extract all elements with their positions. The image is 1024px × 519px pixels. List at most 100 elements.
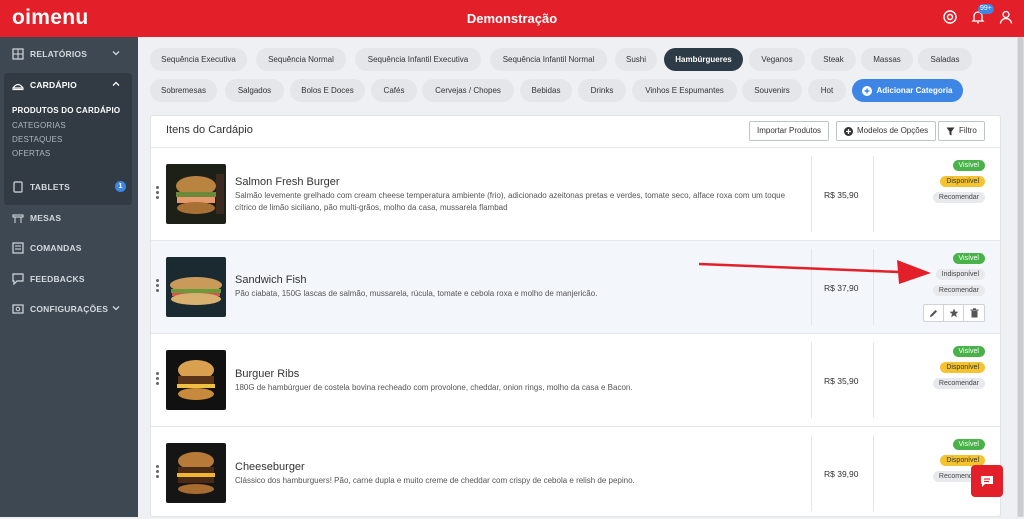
sidebar-item-tablets[interactable]: TABLETS 1 xyxy=(0,174,138,200)
category-pill-active[interactable]: Hambúrgueres xyxy=(664,48,743,71)
sidebar-item-label: RELATÓRIOS xyxy=(30,49,88,59)
category-pill[interactable]: Sushi xyxy=(615,48,657,71)
tablets-badge: 1 xyxy=(115,181,126,192)
category-pill[interactable]: Souvenirs xyxy=(742,79,802,102)
scrollbar[interactable] xyxy=(1017,37,1024,517)
star-icon[interactable] xyxy=(944,305,964,321)
menu-book-icon xyxy=(12,83,24,91)
category-pill[interactable]: Sequência Executiva xyxy=(150,48,247,71)
category-pill[interactable]: Hot xyxy=(808,79,846,102)
menu-item-row[interactable]: Cheeseburger Clássico dos hamburguers! P… xyxy=(151,426,1000,519)
category-pill[interactable]: Bolos E Doces xyxy=(290,79,365,102)
divider xyxy=(873,342,874,418)
item-description: 180G de hambúrguer de costela bovina rec… xyxy=(235,383,633,392)
import-products-button[interactable]: Importar Produtos xyxy=(749,121,830,141)
sidebar-item-feedbacks[interactable]: FEEDBACKS xyxy=(0,266,138,292)
sidebar-item-cardapio[interactable]: CARDÁPIO xyxy=(0,72,138,98)
category-pill[interactable]: Steak xyxy=(811,48,856,71)
menu-item-row[interactable]: Salmon Fresh Burger Salmão levemente gre… xyxy=(151,147,1000,240)
annotation-arrow xyxy=(698,260,931,284)
availability-badge[interactable]: Disponível xyxy=(940,362,985,373)
order-icon xyxy=(12,242,24,254)
trash-icon[interactable] xyxy=(964,305,984,321)
submenu-ofertas[interactable]: OFERTAS xyxy=(12,149,50,158)
feedback-icon xyxy=(12,273,24,285)
user-icon[interactable] xyxy=(998,9,1014,25)
menu-items-panel: Itens do Cardápio Importar Produtos Mode… xyxy=(150,115,1001,517)
sidebar-item-label: TABLETS xyxy=(30,182,70,192)
submenu-produtos[interactable]: PRODUTOS DO CARDÁPIO xyxy=(12,106,120,115)
support-icon[interactable] xyxy=(942,9,958,25)
item-price: R$ 35,90 xyxy=(824,190,859,200)
panel-title: Itens do Cardápio xyxy=(166,124,253,136)
submenu-destaques[interactable]: DESTAQUES xyxy=(12,135,63,144)
drag-handle-icon[interactable] xyxy=(156,279,160,294)
category-pill[interactable]: Sequência Infantil Executiva xyxy=(355,48,481,71)
category-pill[interactable]: Saladas xyxy=(918,48,972,71)
plus-circle-icon xyxy=(844,126,853,136)
category-pill[interactable]: Drinks xyxy=(578,79,626,102)
divider xyxy=(811,342,812,418)
scrollbar-thumb[interactable] xyxy=(1018,37,1023,517)
item-image xyxy=(166,350,226,410)
category-pill[interactable]: Cafés xyxy=(371,79,417,102)
visible-badge[interactable]: Visível xyxy=(952,253,985,264)
item-description: Clássico dos hamburguers! Pão, carne dup… xyxy=(235,476,635,485)
category-pill[interactable]: Massas xyxy=(861,48,913,71)
filter-button[interactable]: Filtro xyxy=(938,121,985,141)
recommend-badge[interactable]: Recomendar xyxy=(932,285,985,296)
item-name: Burguer Ribs xyxy=(235,368,300,380)
edit-icon[interactable] xyxy=(924,305,944,321)
divider xyxy=(873,435,874,511)
option-models-button[interactable]: Modelos de Opções xyxy=(836,121,937,141)
item-image xyxy=(166,164,226,224)
item-price: R$ 39,90 xyxy=(824,469,859,479)
sidebar-item-comandas[interactable]: COMANDAS xyxy=(0,235,138,261)
recommend-badge[interactable]: Recomendar xyxy=(932,192,985,203)
sidebar-item-label: CARDÁPIO xyxy=(30,80,77,90)
chat-icon xyxy=(981,475,993,487)
item-name: Salmon Fresh Burger xyxy=(235,176,340,188)
category-pill[interactable]: Bebidas xyxy=(520,79,572,102)
recommend-badge[interactable]: Recomendar xyxy=(932,378,985,389)
sidebar-item-label: COMANDAS xyxy=(30,243,82,253)
reports-icon xyxy=(12,48,24,60)
notifications-icon[interactable]: 99+ xyxy=(970,4,994,25)
availability-badge[interactable]: Indisponível xyxy=(935,269,985,280)
submenu-categorias[interactable]: CATEGORIAS xyxy=(12,121,66,130)
chat-button[interactable] xyxy=(971,465,1003,497)
drag-handle-icon[interactable] xyxy=(156,186,160,201)
visible-badge[interactable]: Visível xyxy=(952,346,985,357)
sidebar: RELATÓRIOS CARDÁPIO PRODUTOS DO CARDÁPIO… xyxy=(0,37,138,517)
tablet-icon xyxy=(13,181,23,193)
sidebar-item-relatorios[interactable]: RELATÓRIOS xyxy=(0,41,138,67)
sidebar-item-mesas[interactable]: MESAS xyxy=(0,205,138,231)
category-pill[interactable]: Sobremesas xyxy=(150,79,217,102)
menu-item-row[interactable]: Burguer Ribs 180G de hambúrguer de coste… xyxy=(151,333,1000,426)
category-pill[interactable]: Veganos xyxy=(749,48,805,71)
visible-badge[interactable]: Visível xyxy=(952,439,985,450)
filter-label: Filtro xyxy=(959,126,977,135)
settings-icon xyxy=(12,304,24,314)
chevron-up-icon xyxy=(112,81,120,86)
availability-badge[interactable]: Disponível xyxy=(940,176,985,187)
drag-handle-icon[interactable] xyxy=(156,465,160,480)
category-pill[interactable]: Cervejas / Chopes xyxy=(422,79,514,102)
drag-handle-icon[interactable] xyxy=(156,372,160,387)
visible-badge[interactable]: Visível xyxy=(952,160,985,171)
category-pill[interactable]: Sequência Normal xyxy=(256,48,346,71)
row-actions xyxy=(923,304,985,322)
plus-circle-icon xyxy=(862,85,873,96)
divider xyxy=(811,156,812,232)
sidebar-item-configuracoes[interactable]: CONFIGURAÇÕES xyxy=(0,296,138,322)
item-description: Salmão levemente grelhado com cream chee… xyxy=(235,191,786,212)
add-category-button[interactable]: Adicionar Categoria xyxy=(852,79,963,102)
category-pill[interactable]: Vinhos E Espumantes xyxy=(632,79,737,102)
category-pill[interactable]: Sequência Infantil Normal xyxy=(490,48,607,71)
item-price: R$ 35,90 xyxy=(824,376,859,386)
chevron-down-icon xyxy=(112,306,120,311)
chevron-down-icon xyxy=(112,51,120,56)
item-name: Sandwich Fish xyxy=(235,274,307,286)
option-models-label: Modelos de Opções xyxy=(857,126,929,135)
category-pill[interactable]: Salgados xyxy=(225,79,284,102)
